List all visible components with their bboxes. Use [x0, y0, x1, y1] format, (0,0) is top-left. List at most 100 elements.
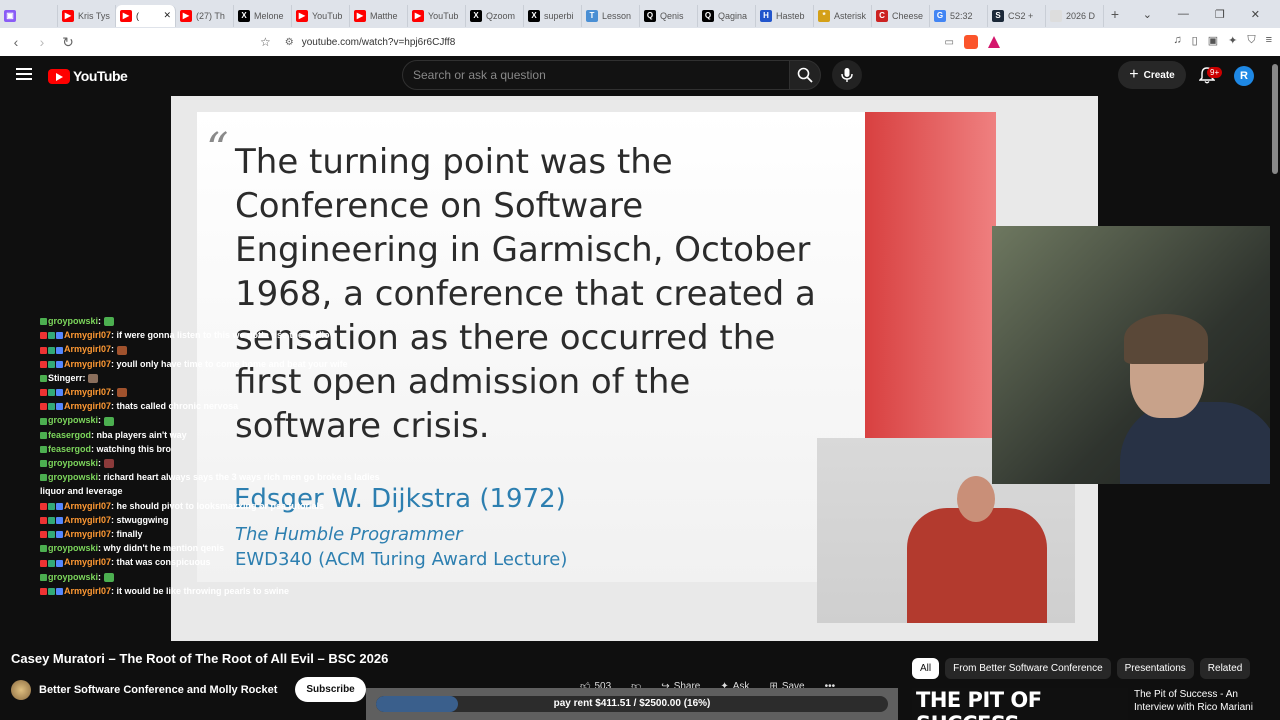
close-tab-icon[interactable]: ✕: [163, 10, 171, 21]
streamer-shirt: [1120, 402, 1280, 484]
plus-icon: +: [1129, 66, 1139, 83]
filter-chip[interactable]: All: [912, 658, 940, 679]
wallet-icon[interactable]: ▣: [1208, 34, 1218, 47]
chat-badge-icon: [56, 502, 63, 510]
chat-text: that was conspicuous: [116, 557, 211, 568]
search-box[interactable]: [402, 60, 790, 90]
chat-badge-icon: [48, 502, 55, 510]
browser-tab[interactable]: * Asterisk: [814, 4, 872, 27]
chat-text: youll only have time to come home and be…: [116, 358, 348, 369]
search-button[interactable]: [789, 60, 821, 90]
leo-icon[interactable]: ✦: [1228, 34, 1237, 47]
browser-tab[interactable]: ▶ YouTub: [408, 4, 466, 27]
browser-tab[interactable]: X Melone: [234, 4, 292, 27]
tab-favicon-icon: *: [818, 9, 830, 22]
url-text[interactable]: youtube.com/watch?v=hpj6r6CJff8: [302, 37, 456, 48]
chat-badge-icon: [56, 360, 63, 368]
browser-tab[interactable]: Q Qagina: [698, 4, 756, 27]
browser-tab[interactable]: ▶ (27) Th: [176, 4, 234, 27]
chat-message: groypowski: why didn't he mention qenis: [40, 541, 420, 555]
chat-text: liquor and leverage: [40, 486, 123, 497]
chat-username: groypowski: [48, 458, 99, 469]
search-input[interactable]: [403, 61, 783, 89]
browser-tab[interactable]: ▶ YouTub: [292, 4, 350, 27]
chat-text: richard heart always says the 3 ways ric…: [103, 472, 380, 483]
browser-tab[interactable]: ▶ (✕: [116, 4, 176, 27]
chat-username: Armygirl07: [64, 500, 112, 511]
browser-tab[interactable]: H Hasteb: [756, 4, 814, 27]
filter-chip[interactable]: Related: [1199, 658, 1251, 679]
sidebar-icon[interactable]: ▯: [1192, 34, 1198, 47]
browser-tab[interactable]: G 52:32: [930, 4, 988, 27]
address-bar[interactable]: ☆ ⚙ youtube.com/watch?v=hpj6r6CJff8 ▭: [260, 32, 1000, 52]
chat-separator: :: [98, 316, 104, 326]
chat-badge-icon: [40, 346, 47, 354]
chat-emote-icon: [103, 416, 114, 426]
account-avatar[interactable]: R: [1234, 66, 1254, 86]
cast-icon[interactable]: ▭: [945, 37, 954, 48]
browser-tab[interactable]: T Lesson: [582, 4, 640, 27]
brave-rewards-icon[interactable]: [988, 36, 1000, 48]
browser-tab[interactable]: Xsuperbi: [524, 4, 582, 27]
tab-favicon-icon: T: [586, 9, 598, 22]
tab-search-icon[interactable]: ⌄: [1143, 8, 1152, 21]
site-info-icon[interactable]: ⚙: [285, 37, 294, 48]
chat-badge-icon: [48, 559, 55, 567]
hamburger-menu-icon[interactable]: [16, 68, 32, 83]
channel-name[interactable]: Better Software Conference and Molly Roc…: [39, 684, 277, 696]
voice-search-button[interactable]: [832, 60, 862, 90]
chat-text: he should pivot to looksmaxxing or psa t…: [116, 500, 325, 511]
chat-username: Armygirl07: [64, 358, 112, 369]
media-icon[interactable]: ♫: [1173, 34, 1181, 47]
reload-button[interactable]: ↻: [58, 34, 78, 51]
scrollbar-thumb[interactable]: [1272, 64, 1278, 174]
restore-button[interactable]: ❐: [1215, 8, 1225, 21]
browser-tab[interactable]: Q Qenis: [640, 4, 698, 27]
chat-badge-icon: [40, 516, 47, 524]
chat-badge-icon: [48, 332, 55, 340]
filter-chip[interactable]: From Better Software Conference: [945, 658, 1111, 679]
browser-tab[interactable]: S CS2 +: [988, 4, 1046, 27]
forward-button[interactable]: ›: [32, 34, 52, 50]
filter-chip[interactable]: Presentations: [1116, 658, 1194, 679]
youtube-logo[interactable]: YouTube: [48, 68, 128, 84]
page-scrollbar[interactable]: [1270, 56, 1280, 720]
browser-tab[interactable]: 2026 D: [1046, 4, 1104, 27]
browser-tab[interactable]: ▣: [0, 4, 58, 27]
tab-favicon-icon: X: [238, 9, 250, 22]
tab-favicon-icon: ▶: [412, 9, 424, 22]
chat-badge-icon: [40, 587, 47, 595]
chat-username: Armygirl07: [64, 585, 112, 596]
chat-username: feasergod: [48, 429, 92, 440]
browser-tab[interactable]: X Qzoom: [466, 4, 524, 27]
browser-menu-icon[interactable]: ≡: [1266, 34, 1272, 47]
tab-title: Qzoom: [486, 10, 516, 21]
tab-favicon-icon: Q: [702, 9, 714, 22]
bookmark-icon[interactable]: ☆: [260, 35, 271, 49]
chat-text: finally: [116, 529, 143, 540]
browser-tab[interactable]: ▶ Matthe: [350, 4, 408, 27]
chat-separator: :: [98, 571, 104, 582]
back-button[interactable]: ‹: [6, 34, 26, 50]
related-video-thumbnail[interactable]: THE PIT OF SUCCESS: [912, 688, 1128, 720]
vpn-icon[interactable]: ⛉: [1247, 34, 1255, 47]
related-video-title[interactable]: The Pit of Success - An Interview with R…: [1134, 688, 1274, 714]
chat-text: nba players ain't way: [96, 429, 187, 440]
new-tab-button[interactable]: +: [1104, 6, 1126, 22]
browser-tab[interactable]: ▶ Kris Tys: [58, 4, 116, 27]
chat-emote-icon: [116, 345, 127, 355]
chat-text: thats called chronic nervosa: [116, 401, 239, 412]
minimize-button[interactable]: —: [1178, 8, 1189, 20]
channel-avatar[interactable]: [11, 679, 31, 700]
close-window-button[interactable]: ✕: [1251, 8, 1260, 21]
subscribe-button[interactable]: Subscribe: [295, 677, 366, 702]
chat-message: feasergod: nba players ain't way: [40, 428, 420, 442]
chat-message: groypowski:: [40, 456, 420, 470]
chat-message: Armygirl07: finally: [40, 527, 420, 541]
tab-title: YouTub: [428, 10, 459, 21]
chat-badge-icon: [48, 516, 55, 524]
chat-username: feasergod: [48, 443, 92, 454]
browser-tab[interactable]: C Cheese: [872, 4, 930, 27]
create-button[interactable]: + Create: [1118, 61, 1186, 89]
brave-shields-icon[interactable]: [964, 35, 978, 49]
